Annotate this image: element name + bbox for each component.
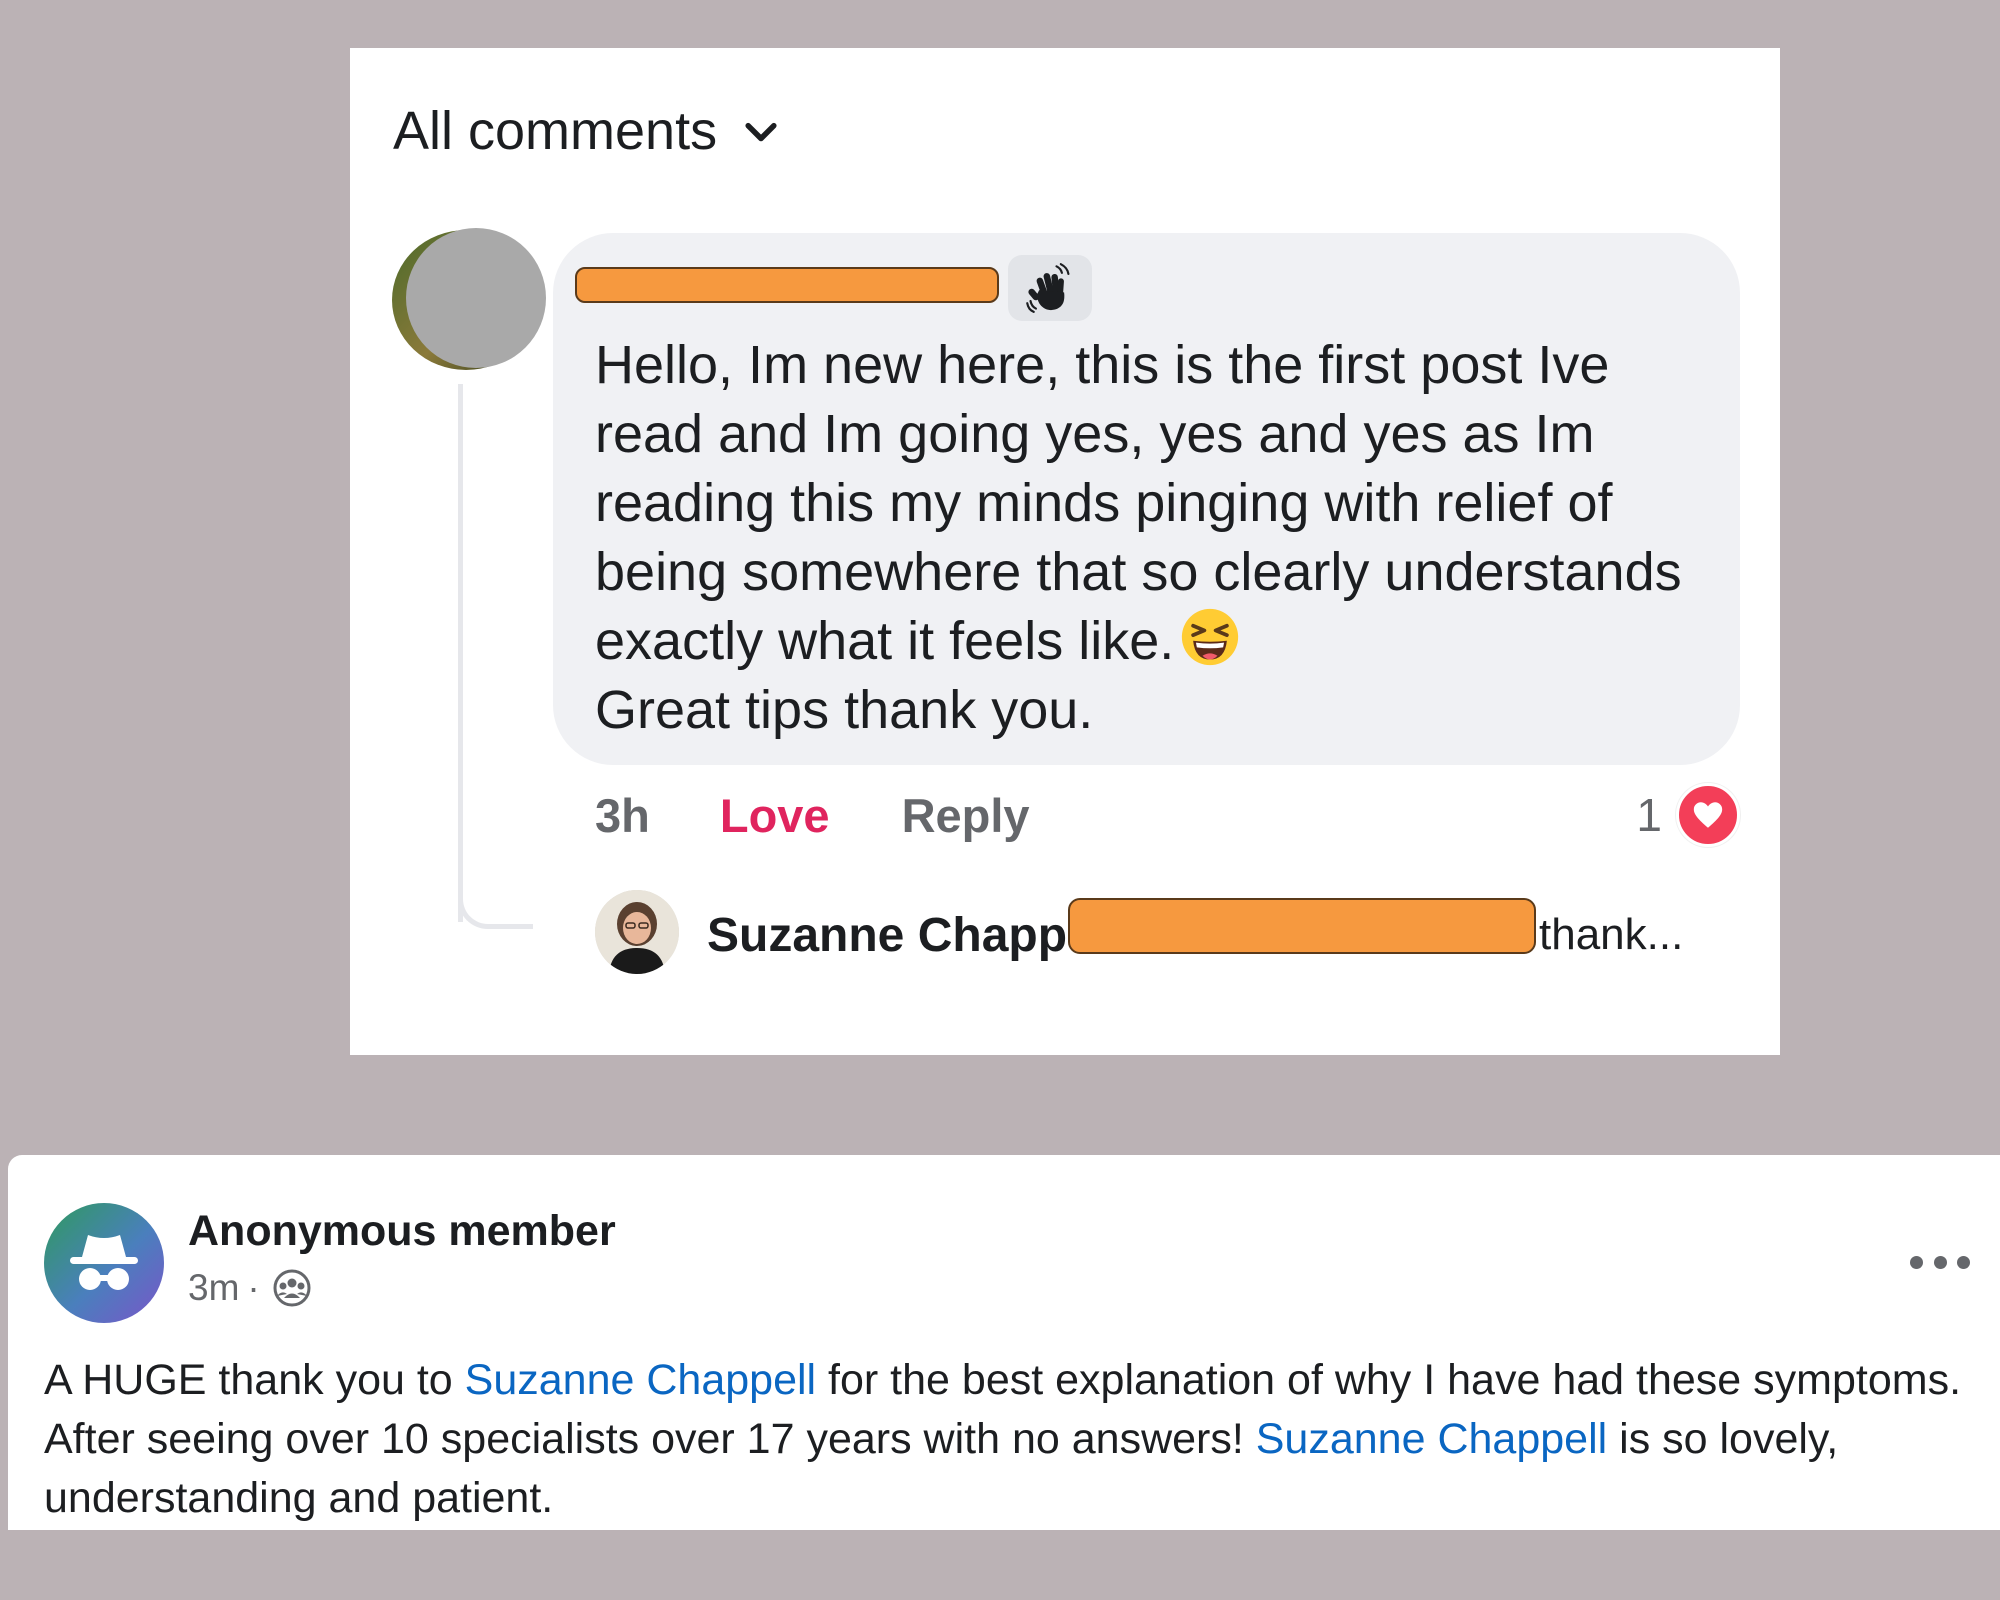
avatar-redaction: [406, 228, 546, 368]
love-reaction-button[interactable]: Love: [720, 788, 830, 843]
reply-preview[interactable]: Suzanne Chappell thank...: [595, 890, 1745, 974]
post-text-part: A HUGE thank you to: [44, 1356, 465, 1404]
comment-text-closing: Great tips thank you.: [595, 680, 1094, 740]
comments-sort-label: All comments: [393, 101, 718, 161]
heart-icon: [1693, 802, 1723, 828]
meta-separator: ·: [247, 1267, 260, 1308]
comment-bubble: Hello, Im new here, this is the first po…: [553, 233, 1740, 765]
thread-line-branch: [458, 868, 533, 929]
mention-link[interactable]: Suzanne Chappell: [1256, 1415, 1607, 1463]
heart-reaction-icon: [1676, 783, 1740, 847]
post-card: Anonymous member 3m · A HUGE thank you t…: [8, 1155, 2000, 1530]
reaction-count: 1: [1636, 789, 1662, 841]
anonymous-avatar[interactable]: [44, 1203, 164, 1323]
comment-text-main: Hello, Im new here, this is the first po…: [595, 335, 1682, 671]
incognito-icon: [70, 1235, 138, 1290]
new-member-badge[interactable]: [1008, 255, 1092, 321]
grinning-squinting-face-emoji-icon: [1182, 608, 1239, 666]
post-meta: 3m ·: [188, 1267, 312, 1309]
more-options-button[interactable]: [1910, 1247, 1970, 1277]
dot: [1933, 1255, 1947, 1269]
post-author-name[interactable]: Anonymous member: [188, 1207, 616, 1256]
reply-author-name[interactable]: Suzanne Chappell: [707, 908, 1120, 963]
comments-sort-dropdown[interactable]: All comments: [393, 100, 783, 162]
person-portrait-icon: [595, 890, 679, 974]
comment-timestamp[interactable]: 3h: [595, 788, 650, 843]
dot: [1910, 1255, 1923, 1269]
commenter-name-redaction: [575, 267, 999, 303]
dot: [1957, 1255, 1970, 1269]
comments-panel: All comments Hello, Im new here, this is…: [350, 48, 1780, 1055]
thread-line: [458, 384, 463, 922]
reply-author-avatar[interactable]: [595, 890, 679, 974]
waving-hand-icon: [1026, 263, 1070, 313]
reaction-summary[interactable]: 1: [1636, 783, 1740, 847]
comment-actions: 3h Love Reply: [595, 788, 1030, 843]
reply-text-redaction: [1068, 898, 1536, 954]
post-timestamp[interactable]: 3m: [188, 1267, 239, 1309]
reply-button[interactable]: Reply: [902, 788, 1030, 843]
post-text: A HUGE thank you to Suzanne Chappell for…: [44, 1351, 1984, 1528]
group-members-icon[interactable]: [272, 1268, 312, 1308]
comment-text: Hello, Im new here, this is the first po…: [595, 331, 1715, 745]
commenter-avatar[interactable]: [392, 228, 546, 370]
reply-snippet[interactable]: thank...: [1539, 910, 1683, 960]
mention-link[interactable]: Suzanne Chappell: [465, 1356, 816, 1404]
chevron-down-icon: [745, 122, 777, 142]
